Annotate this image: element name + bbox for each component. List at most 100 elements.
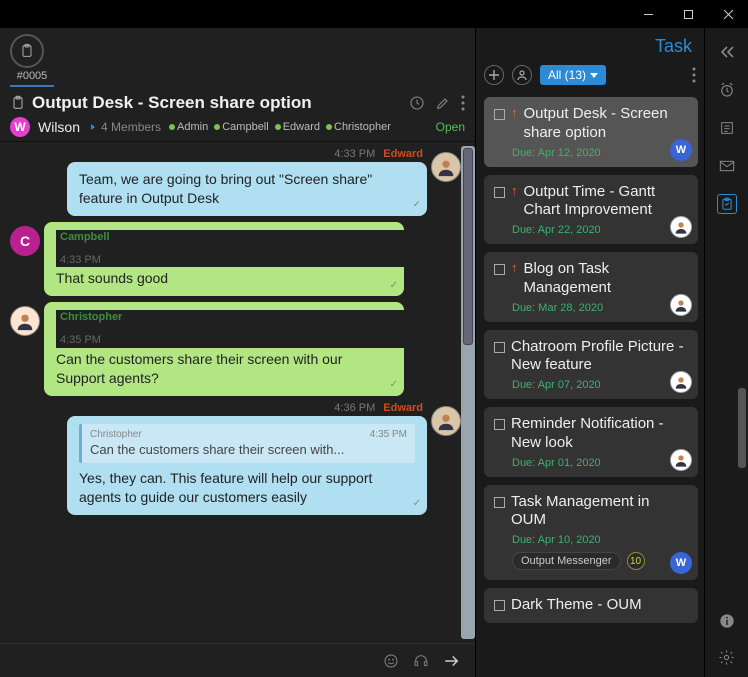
priority-icon: ↑ [511, 184, 518, 197]
priority-icon: ↑ [511, 261, 518, 274]
delivered-icon: ✓ [413, 198, 421, 212]
message-input-bar [0, 643, 475, 677]
clipboard-icon [10, 34, 44, 68]
status-badge[interactable]: Open [436, 120, 465, 134]
edit-icon[interactable] [435, 95, 451, 111]
message-row: 4:33 PM Edward Team, we are going to brin… [6, 148, 465, 216]
message-bubble[interactable]: Christopher 4:35 PMCan the customers sha… [44, 302, 404, 395]
conversation-tab[interactable]: #0005 [10, 34, 54, 87]
conversation-tab-bar: #0005 [0, 28, 475, 87]
settings-icon[interactable] [717, 647, 737, 667]
creator-name: Wilson [38, 119, 80, 135]
message-meta: Christopher 4:35 PM [56, 310, 475, 348]
chat-messages[interactable]: 4:33 PM Edward Team, we are going to brin… [0, 142, 475, 643]
message-bubble[interactable]: Team, we are going to bring out "Screen … [67, 162, 427, 216]
task-checkbox[interactable] [494, 497, 505, 508]
notes-icon[interactable] [717, 118, 737, 138]
task-filter-dropdown[interactable]: All (13) [540, 65, 606, 85]
message-row: CCampbell 4:33 PMThat sounds good✓ [6, 222, 465, 297]
clipboard-icon [10, 95, 26, 111]
task-rail-icon[interactable] [717, 194, 737, 214]
rail-scrollbar[interactable] [738, 388, 746, 617]
creator-avatar[interactable]: W [10, 117, 30, 137]
conversation-header: Output Desk - Screen share option W Wils… [0, 87, 475, 142]
task-assignee-avatar[interactable]: W [670, 139, 692, 161]
task-card[interactable]: ↑ Output Desk - Screen share option Due: A… [484, 97, 698, 167]
chat-scrollbar[interactable] [461, 146, 475, 639]
window-titlebar [0, 0, 748, 28]
add-task-button[interactable] [484, 65, 504, 85]
task-checkbox[interactable] [494, 109, 505, 120]
task-title: Blog on Task Management [524, 260, 689, 298]
message-meta: Campbell 4:33 PM [56, 230, 475, 268]
task-checkbox[interactable] [494, 419, 505, 430]
task-assignee-avatar[interactable]: W [670, 552, 692, 574]
task-card[interactable]: ↑ Output Time - Gantt Chart Improvement Du… [484, 175, 698, 245]
message-text: Yes, they can. This feature will help ou… [79, 469, 415, 507]
history-icon[interactable] [409, 95, 425, 111]
task-checkbox[interactable] [494, 187, 505, 198]
task-card[interactable]: Reminder Notification - New lookDue: Apr… [484, 407, 698, 477]
task-due: Due: Apr 12, 2020 [512, 147, 688, 159]
message-avatar[interactable] [10, 306, 40, 336]
send-icon[interactable] [443, 654, 461, 668]
priority-icon: ↑ [511, 106, 518, 119]
message-bubble[interactable]: Campbell 4:33 PMThat sounds good✓ [44, 222, 404, 297]
task-title: Dark Theme - OUM [511, 596, 642, 615]
message-meta: 4:33 PM Edward [67, 148, 427, 160]
member-list: AdminCampbellEdwardChristopher [169, 121, 391, 133]
task-more-icon[interactable] [692, 67, 696, 83]
member-chip: Christopher [326, 121, 391, 133]
message-avatar[interactable] [431, 152, 461, 182]
emoji-icon[interactable] [383, 653, 399, 669]
info-icon[interactable] [717, 611, 737, 631]
task-checkbox[interactable] [494, 600, 505, 611]
message-row: Christopher 4:35 PMCan the customers sha… [6, 302, 465, 395]
my-tasks-button[interactable] [512, 65, 532, 85]
task-panel: Task All (13) ↑ Output Desk - Screen shar… [476, 28, 704, 677]
task-assignee-avatar[interactable] [670, 371, 692, 393]
task-title: Output Time - Gantt Chart Improvement [524, 183, 689, 221]
quote-block: Christopher4:35 PMCan the customers shar… [79, 424, 415, 463]
task-panel-title: Task [476, 28, 704, 61]
task-title: Output Desk - Screen share option [524, 105, 689, 143]
task-assignee-avatar[interactable] [670, 449, 692, 471]
conversation-title: Output Desk - Screen share option [32, 93, 409, 113]
task-checkbox[interactable] [494, 342, 505, 353]
headset-icon[interactable] [413, 653, 429, 669]
task-due: Due: Apr 10, 2020 [512, 534, 688, 546]
member-chip: Edward [275, 121, 320, 133]
alarm-icon[interactable] [717, 80, 737, 100]
task-card[interactable]: ↑ Blog on Task Management Due: Mar 28, 202… [484, 252, 698, 322]
delivered-icon: ✓ [390, 279, 398, 293]
message-avatar[interactable]: C [10, 226, 40, 256]
task-assignee-avatar[interactable] [670, 216, 692, 238]
task-assignee-avatar[interactable] [670, 294, 692, 316]
message-avatar[interactable] [431, 406, 461, 436]
task-card[interactable]: Task Management in OUM Due: Apr 10, 2020 O… [484, 485, 698, 581]
task-count-badge: 10 [627, 552, 645, 570]
task-card[interactable]: Chatroom Profile Picture - New featureDu… [484, 330, 698, 400]
conversation-tab-id: #0005 [10, 70, 54, 87]
maximize-button[interactable] [668, 0, 708, 28]
message-bubble[interactable]: Christopher4:35 PMCan the customers shar… [67, 416, 427, 515]
task-due: Due: Apr 22, 2020 [512, 224, 688, 236]
message-meta: 4:36 PM Edward [67, 402, 427, 414]
collapse-icon[interactable] [717, 42, 737, 62]
minimize-button[interactable] [628, 0, 668, 28]
task-card[interactable]: Dark Theme - OUM [484, 588, 698, 623]
mail-icon[interactable] [717, 156, 737, 176]
task-checkbox[interactable] [494, 264, 505, 275]
message-text: Team, we are going to bring out "Screen … [79, 170, 415, 208]
task-list[interactable]: ↑ Output Desk - Screen share option Due: A… [476, 89, 704, 677]
chat-panel: #0005 Output Desk - Screen share option [0, 28, 476, 677]
right-rail [704, 28, 748, 677]
members-count[interactable]: 4 Members [88, 120, 161, 134]
task-due: Due: Mar 28, 2020 [512, 302, 688, 314]
message-row: 4:36 PM Edward Christopher4:35 PMCan the … [6, 402, 465, 515]
task-tag[interactable]: Output Messenger [512, 552, 621, 570]
close-button[interactable] [708, 0, 748, 28]
more-icon[interactable] [461, 95, 465, 111]
task-title: Task Management in OUM [511, 493, 688, 531]
delivered-icon: ✓ [390, 378, 398, 392]
